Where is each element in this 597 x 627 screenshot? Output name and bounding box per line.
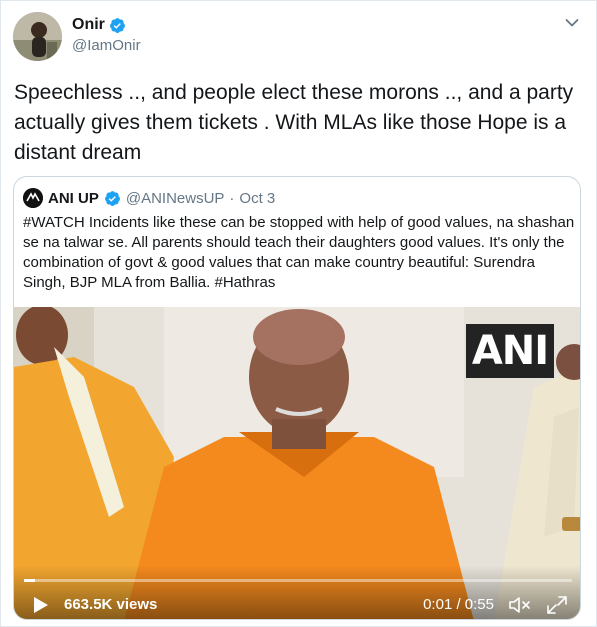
video-timecode: 0:01 / 0:55 [423, 596, 494, 613]
ani-avatar-icon[interactable] [23, 188, 43, 208]
quoted-author-handle[interactable]: @ANINewsUP [126, 190, 225, 207]
video-controls: 663.5K views 0:01 / 0:55 [14, 565, 580, 619]
tweet-text: Speechless .., and people elect these mo… [14, 81, 574, 164]
mute-icon[interactable] [508, 595, 532, 615]
author-info: Onir @IamOnir [72, 15, 141, 54]
quoted-tweet-text: #WATCH Incidents like these can be stopp… [23, 214, 575, 291]
play-icon[interactable] [30, 595, 50, 615]
avatar-photo-icon [13, 12, 62, 61]
ani-watermark-logo: ANI [466, 324, 554, 378]
progress-bar[interactable] [24, 579, 572, 582]
progress-fill [24, 579, 35, 582]
author-name[interactable]: Onir [72, 16, 105, 34]
fullscreen-icon[interactable] [546, 595, 568, 615]
author-handle[interactable]: @IamOnir [72, 37, 141, 54]
verified-badge-icon [109, 17, 125, 33]
quoted-tweet-header: ANI UP @ANINewsUP · Oct 3 [23, 187, 275, 209]
quoted-tweet[interactable]: ANI UP @ANINewsUP · Oct 3 #WATCH Inciden… [13, 176, 581, 620]
verified-badge-icon [104, 190, 120, 206]
quoted-tweet-date[interactable]: Oct 3 [239, 190, 275, 207]
view-count: 663.5K views [64, 596, 158, 613]
video-player[interactable]: ANI 663.5K views 0:01 / 0:55 [14, 307, 580, 619]
quoted-author-name[interactable]: ANI UP [48, 190, 99, 207]
chevron-down-icon[interactable] [565, 18, 579, 28]
author-avatar[interactable] [13, 12, 62, 61]
date-separator: · [229, 189, 235, 207]
